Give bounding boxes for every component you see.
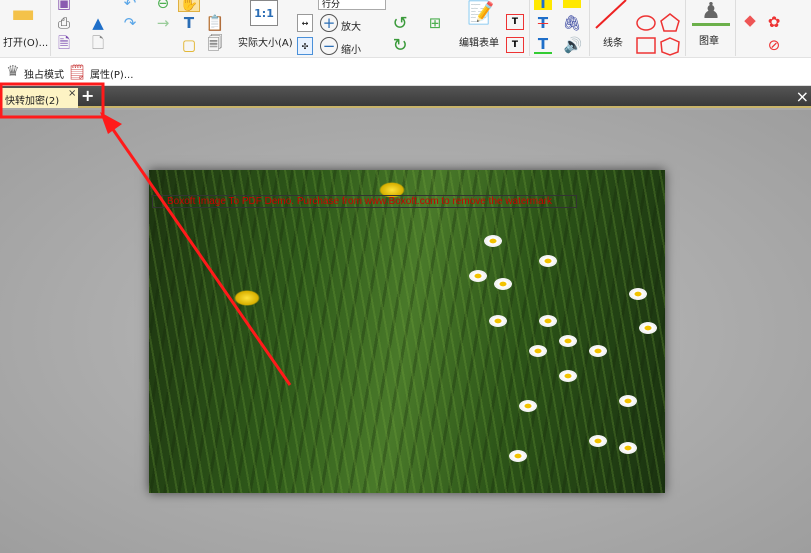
zoom-out-button[interactable]: 缩小 (341, 41, 361, 56)
callout-icon[interactable]: T (506, 37, 524, 53)
line-tool-icon[interactable] (594, 0, 630, 30)
rotate-right-icon[interactable]: ↻ (390, 35, 410, 56)
zoom-in-button[interactable]: 放大 (341, 18, 361, 33)
properties-button[interactable]: 属性(P)... (90, 66, 133, 81)
open-button[interactable]: 打开(O)... (3, 34, 48, 49)
note-icon[interactable] (563, 0, 581, 8)
hand-tool-icon[interactable]: ✋ (178, 0, 200, 12)
exclusive-mode-button[interactable]: 独占模式 (24, 66, 64, 81)
fit-page-icon[interactable]: ↔ (297, 14, 313, 32)
print-icon[interactable]: ⎙ (54, 14, 74, 32)
stamp-icon[interactable]: ♟ (692, 0, 730, 26)
new-doc-icon[interactable]: 🗋 (86, 34, 110, 54)
lines-button[interactable]: 线条 (603, 34, 623, 49)
sound-icon[interactable]: 🔊 (563, 36, 583, 54)
textbox-icon[interactable]: T (506, 14, 524, 30)
pencil-shape-icon[interactable]: ⊘ (764, 36, 784, 54)
ribbon-toolbar: ▬ 打开(O)... ▣ ⎙ 🗎 ▲ 🗋 ↶ ↷ ⊖ → ✋ T ▢ 📋 🗐 1… (0, 0, 811, 58)
paste-icon[interactable]: 📋 (204, 14, 226, 32)
close-window-icon[interactable]: × (796, 87, 809, 106)
edit-form-button[interactable]: 编辑表单 (459, 34, 499, 49)
page-image (149, 170, 665, 493)
rotate-left-icon[interactable]: ↺ (390, 13, 410, 34)
save-icon[interactable]: ▣ (54, 0, 74, 12)
edit-form-icon[interactable]: 📝 (462, 0, 500, 26)
fit-width-icon[interactable]: ✣ (297, 37, 313, 55)
actual-size-button[interactable]: 实际大小(A) (238, 34, 293, 49)
actual-size-icon[interactable]: 1:1 (250, 0, 278, 26)
redo-icon[interactable]: ↷ (120, 14, 140, 32)
select-text-icon[interactable]: T (178, 14, 200, 32)
document-tab-bar: 快转加密(2) × + × (0, 86, 811, 108)
find-icon[interactable]: 🗐 (204, 34, 226, 54)
zoom-dropdown[interactable]: 行分 (318, 0, 386, 10)
tab-document[interactable]: 快转加密(2) (0, 88, 78, 108)
highlight-icon[interactable]: T (534, 0, 552, 12)
quick-access-bar: ♛ 独占模式 🗒 属性(P)... (0, 58, 811, 86)
shape-tools-icons[interactable] (634, 0, 684, 58)
zoom-in-icon[interactable]: + (320, 14, 338, 32)
undo-icon[interactable]: ↶ (120, 0, 140, 12)
tab-label: 快转加密(2) (5, 96, 60, 107)
forward-icon[interactable]: → (153, 14, 173, 32)
scan-icon[interactable]: ▲ (86, 14, 110, 32)
zoom-out-icon[interactable]: − (320, 37, 338, 55)
crown-icon: ♛ (6, 62, 20, 80)
tab-close-icon[interactable]: × (68, 88, 76, 99)
new-tab-button[interactable]: + (81, 86, 94, 105)
watermark-text: Boxoft Image To PDF Demo. Purchase from … (152, 195, 577, 208)
export-icon[interactable]: 🗎 (54, 34, 74, 54)
strikethrough-icon[interactable]: T (534, 14, 552, 32)
attachment-icon[interactable]: 🖇 (562, 14, 581, 32)
stamp-button[interactable]: 图章 (699, 32, 719, 47)
underline-icon[interactable]: T (534, 35, 552, 54)
polygon-cloud-icon[interactable]: ✿ (764, 13, 784, 31)
add-image-icon[interactable]: ⊞ (424, 12, 446, 34)
open-folder-icon[interactable]: ▬ (2, 0, 44, 29)
eraser-icon[interactable]: ◆ (740, 11, 760, 29)
snapshot-icon[interactable]: ▢ (178, 36, 200, 54)
back-icon[interactable]: ⊖ (153, 0, 173, 12)
properties-icon: 🗒 (67, 63, 87, 81)
